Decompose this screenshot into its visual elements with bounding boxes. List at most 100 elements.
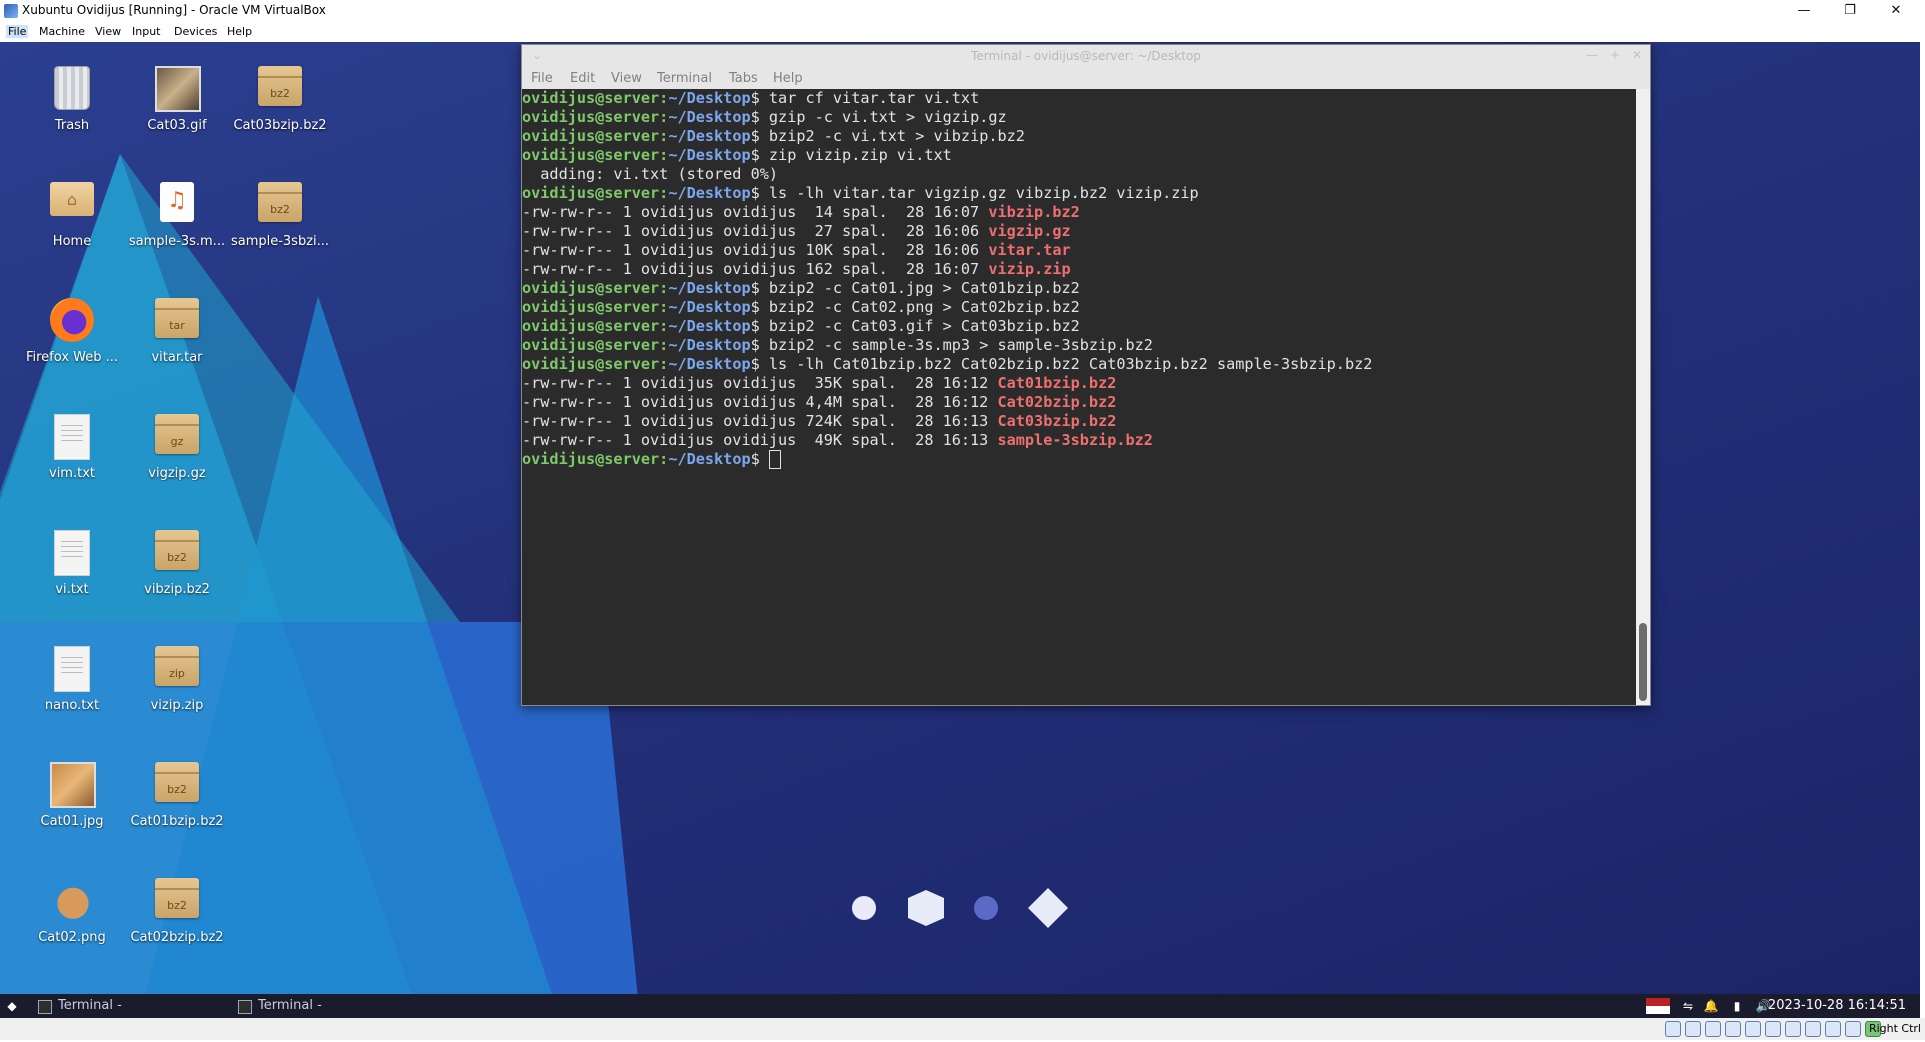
- prompt-path: ~/Desktop: [668, 127, 751, 145]
- shared-folders-icon[interactable]: [1765, 1021, 1781, 1037]
- prompt-symbol: $: [750, 355, 769, 373]
- network-adapter-icon[interactable]: [1725, 1021, 1741, 1037]
- taskbar-item[interactable]: Terminal - ovidijus@serve...: [32, 994, 232, 1037]
- desktop-icon-vim-txt[interactable]: vim.txt: [20, 400, 124, 500]
- desktop-icon-cat01-jpg[interactable]: Cat01.jpg: [20, 748, 124, 848]
- firefox-icon: [50, 298, 94, 346]
- prompt-symbol: $: [750, 89, 769, 107]
- desktop-icon-firefox[interactable]: Firefox Web ...: [20, 284, 124, 384]
- desktop-icon-cat03bzip[interactable]: bz2 Cat03bzip.bz2: [228, 52, 332, 152]
- vbox-menu-devices[interactable]: Devices: [174, 25, 217, 38]
- terminal-titlebar[interactable]: ⌄ Terminal - ovidijus@server: ~/Desktop …: [522, 45, 1650, 67]
- archive-filename: vibzip.bz2: [988, 203, 1080, 221]
- terminal-scrollbar[interactable]: [1636, 89, 1650, 705]
- archive-filename: vitar.tar: [988, 241, 1071, 259]
- command-text: bzip2 -c vi.txt > vibzip.bz2: [768, 127, 1025, 145]
- desktop-icon-cat02-png[interactable]: Cat02.png: [20, 864, 124, 964]
- terminal-title: Terminal - ovidijus@server: ~/Desktop: [971, 49, 1201, 63]
- vbox-statusbar: Right Ctrl: [0, 1018, 1925, 1040]
- desktop-icon-cat01bzip[interactable]: bz2 Cat01bzip.bz2: [125, 748, 229, 848]
- prompt-path: ~/Desktop: [668, 108, 751, 126]
- terminal-menu-terminal[interactable]: Terminal: [657, 71, 712, 86]
- terminal-close-icon[interactable]: ✕: [1632, 48, 1642, 62]
- battery-icon[interactable]: ▮: [1729, 998, 1745, 1014]
- xfce-menu-icon[interactable]: ◆: [4, 998, 20, 1014]
- terminal-menu-help[interactable]: Help: [773, 71, 803, 86]
- desktop-icon-cat03-gif[interactable]: Cat03.gif: [125, 52, 229, 152]
- mouse-integration-icon[interactable]: [1845, 1021, 1861, 1037]
- archive-icon: bz2: [258, 66, 302, 114]
- workspace-indicator: [852, 888, 1068, 928]
- close-button[interactable]: ✕: [1873, 0, 1919, 22]
- archive-icon: zip: [155, 646, 199, 694]
- vbox-menubar: File Machine View Input Devices Help: [0, 22, 1925, 42]
- terminal-menu-file[interactable]: File: [531, 71, 553, 86]
- prompt-user: ovidijus@server: [522, 89, 660, 107]
- terminal-minimize-icon[interactable]: —: [1586, 48, 1598, 62]
- desktop-icon-vigzip[interactable]: gz vigzip.gz: [125, 400, 229, 500]
- panel-clock[interactable]: 2023-10-28 16:14:51: [1768, 994, 1906, 1018]
- desktop-icon-sample-mp3[interactable]: ♫ sample-3s.m...: [125, 168, 229, 268]
- vbox-menu-machine[interactable]: Machine: [39, 25, 85, 38]
- keyboard-layout-flag-icon[interactable]: [1646, 998, 1670, 1014]
- usb-icon[interactable]: [1745, 1021, 1761, 1037]
- desktop-icon-cat02bzip[interactable]: bz2 Cat02bzip.bz2: [125, 864, 229, 964]
- desktop-icon-nano-txt[interactable]: nano.txt: [20, 632, 124, 732]
- minimize-button[interactable]: —: [1781, 0, 1827, 22]
- desktop-icon-vizip[interactable]: zip vizip.zip: [125, 632, 229, 732]
- terminal-menu-tabs[interactable]: Tabs: [729, 71, 758, 86]
- terminal-line: ovidijus@server:~/Desktop$ bzip2 -c Cat0…: [522, 279, 1636, 298]
- prompt-user: ovidijus@server: [522, 355, 660, 373]
- desktop-icon-label: Cat03bzip.bz2: [233, 118, 327, 133]
- terminal-line: ovidijus@server:~/Desktop$ bzip2 -c Cat0…: [522, 298, 1636, 317]
- terminal-menu-view[interactable]: View: [611, 71, 642, 86]
- image-thumbnail-icon: [50, 878, 96, 926]
- prompt-user: ovidijus@server: [522, 146, 660, 164]
- notification-bell-icon[interactable]: 🔔: [1703, 998, 1719, 1014]
- desktop-icon-label: vibzip.bz2: [144, 582, 210, 597]
- vbox-window-title: Xubuntu Ovidijus [Running] - Oracle VM V…: [22, 3, 326, 17]
- desktop-icon-label: Cat02.png: [38, 930, 106, 945]
- audio-icon[interactable]: [1705, 1021, 1721, 1037]
- terminal-line: ovidijus@server:~/Desktop$ zip vizip.zip…: [522, 146, 1636, 165]
- optical-drive-icon[interactable]: [1685, 1021, 1701, 1037]
- vbox-menu-help[interactable]: Help: [227, 25, 252, 38]
- terminal-line: ovidijus@server:~/Desktop$ gzip -c vi.tx…: [522, 108, 1636, 127]
- desktop-icon-vitar[interactable]: tar vitar.tar: [125, 284, 229, 384]
- prompt-symbol: $: [750, 336, 769, 354]
- command-text: zip vizip.zip vi.txt: [768, 146, 952, 164]
- vbox-menu-input[interactable]: Input: [132, 25, 160, 38]
- xfce-panel: ◆ Terminal - ovidijus@serve... Terminal …: [0, 994, 1920, 1037]
- desktop-icon-home[interactable]: ⌂ Home: [20, 168, 124, 268]
- display-icon[interactable]: [1785, 1021, 1801, 1037]
- desktop-icon-label: vi.txt: [55, 582, 89, 597]
- desktop-icon-vi-txt[interactable]: vi.txt: [20, 516, 124, 616]
- terminal-line: ovidijus@server:~/Desktop$ ls -lh Cat01b…: [522, 355, 1636, 374]
- desktop-icon-trash[interactable]: Trash: [20, 52, 124, 152]
- desktop-icon-vibzip[interactable]: bz2 vibzip.bz2: [125, 516, 229, 616]
- prompt-separator: :: [659, 89, 669, 107]
- terminal-menu-edit[interactable]: Edit: [570, 71, 595, 86]
- desktop-icon-label: Home: [52, 234, 92, 249]
- taskbar-item[interactable]: Terminal - ovidijus@serve...: [232, 994, 432, 1037]
- vbox-menu-view[interactable]: View: [95, 25, 121, 38]
- prompt-symbol: $: [750, 279, 769, 297]
- text-cursor[interactable]: [768, 450, 781, 469]
- terminal-maximize-icon[interactable]: +: [1610, 48, 1620, 62]
- hard-disk-icon[interactable]: [1665, 1021, 1681, 1037]
- video-capture-icon[interactable]: [1805, 1021, 1821, 1037]
- restore-button[interactable]: ❐: [1827, 0, 1873, 22]
- prompt-path: ~/Desktop: [668, 146, 751, 164]
- vbox-menu-file[interactable]: File: [6, 25, 29, 38]
- prompt-symbol: $: [750, 184, 769, 202]
- terminal-line: ovidijus@server:~/Desktop$ ls -lh vitar.…: [522, 184, 1636, 203]
- network-icon[interactable]: ⇋: [1680, 998, 1696, 1014]
- terminal-window[interactable]: ⌄ Terminal - ovidijus@server: ~/Desktop …: [521, 44, 1651, 706]
- terminal-output[interactable]: ovidijus@server:~/Desktop$ tar cf vitar.…: [522, 89, 1636, 705]
- scrollbar-thumb[interactable]: [1639, 623, 1647, 701]
- prompt-separator: :: [659, 279, 669, 297]
- desktop-icon-sample-bz2[interactable]: bz2 sample-3sbzi...: [228, 168, 332, 268]
- cpu-icon[interactable]: [1825, 1021, 1841, 1037]
- terminal-line: ovidijus@server:~/Desktop$ bzip2 -c vi.t…: [522, 127, 1636, 146]
- command-text: bzip2 -c Cat02.png > Cat02bzip.bz2: [768, 298, 1080, 316]
